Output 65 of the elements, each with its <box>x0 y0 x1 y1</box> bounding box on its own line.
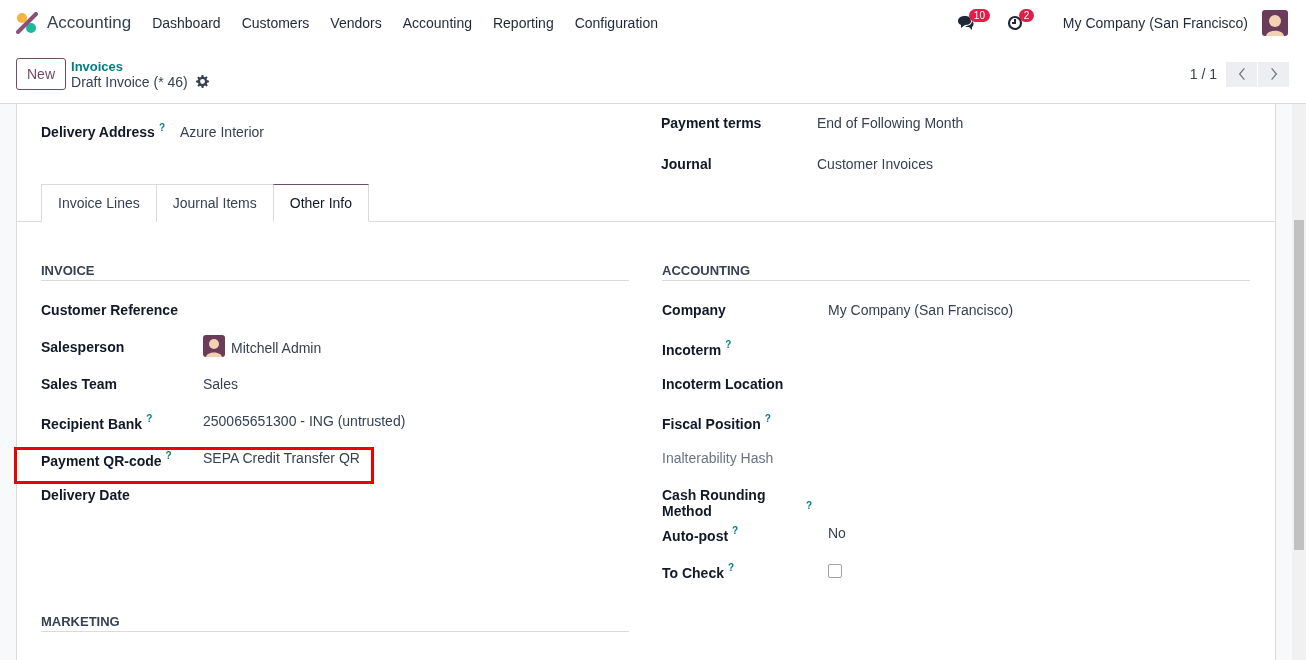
field-label: Payment QR-code <box>41 453 162 469</box>
field-label: Inalterability Hash <box>662 450 774 466</box>
message-count-badge: 10 <box>968 8 990 22</box>
app-name[interactable]: Accounting <box>47 12 132 33</box>
field-label: Cash Rounding Method <box>662 487 767 519</box>
field-label: Sales Team <box>41 376 117 392</box>
help-mark[interactable]: ? <box>806 500 813 511</box>
company-switcher[interactable]: My Company (San Francisco) <box>1062 14 1248 31</box>
field-label: Company <box>662 302 726 318</box>
field-value[interactable]: Mitchell Admin <box>231 340 322 356</box>
menu-item[interactable]: Accounting <box>402 14 472 31</box>
help-mark[interactable]: ? <box>165 450 172 461</box>
field-value[interactable]: SEPA Credit Transfer QR <box>203 450 360 466</box>
settings-icon[interactable] <box>195 75 209 88</box>
avatar-icon <box>203 335 225 357</box>
field-label: Delivery Address <box>41 123 155 140</box>
help-mark[interactable]: ? <box>158 122 165 133</box>
record-title: Draft Invoice (* 46) <box>71 73 188 90</box>
scrollbar-thumb[interactable] <box>1294 220 1304 550</box>
section-heading: INVOICE <box>41 263 629 281</box>
field-label: Incoterm Location <box>662 376 784 392</box>
user-avatar-icon[interactable] <box>1262 9 1288 36</box>
chevron-left-icon <box>1237 67 1246 81</box>
field-label: Delivery Date <box>41 487 130 503</box>
field-label: Salesperson <box>41 339 125 355</box>
chat-icon[interactable] <box>956 14 975 31</box>
section-heading: ACCOUNTING <box>662 263 1250 281</box>
app-logo-icon[interactable] <box>16 11 38 34</box>
pager-value: 1 / 1 <box>1189 66 1217 82</box>
help-mark[interactable]: ? <box>725 339 732 350</box>
tab[interactable]: Other Info <box>272 184 370 222</box>
field-label: Customer Reference <box>41 302 178 318</box>
menu-item[interactable]: Reporting <box>492 14 554 31</box>
field-label: Payment terms <box>661 114 763 131</box>
field-value[interactable]: My Company (San Francisco) <box>828 302 1014 318</box>
menu-item[interactable]: Configuration <box>574 14 658 31</box>
field-value[interactable]: Customer Invoices <box>817 155 933 172</box>
menu-item[interactable]: Vendors <box>330 14 382 31</box>
field-label: To Check <box>662 565 724 581</box>
tab[interactable]: Invoice Lines <box>41 184 157 222</box>
field-label: Fiscal Position <box>662 416 761 432</box>
field-label: Auto-post <box>662 528 729 544</box>
help-mark[interactable]: ? <box>764 413 771 424</box>
help-mark[interactable]: ? <box>728 562 735 573</box>
help-mark[interactable]: ? <box>732 525 739 536</box>
activity-count-badge: 2 <box>1018 8 1035 22</box>
clock-icon[interactable] <box>1006 14 1023 31</box>
menu-item[interactable]: Customers <box>241 14 310 31</box>
field-value[interactable]: Azure Interior <box>180 123 265 140</box>
field-value[interactable]: End of Following Month <box>817 114 964 131</box>
field-label: Incoterm <box>662 342 722 358</box>
checkbox[interactable] <box>828 564 842 578</box>
field-value[interactable]: Sales <box>203 376 239 392</box>
breadcrumb-link[interactable]: Invoices <box>71 58 209 74</box>
tab[interactable]: Journal Items <box>155 184 274 222</box>
section-heading: MARKETING <box>41 614 629 632</box>
field-label: Journal <box>661 155 713 172</box>
field-value[interactable]: No <box>828 525 846 541</box>
new-button[interactable]: New <box>16 58 66 90</box>
field-label: Recipient Bank <box>41 416 143 432</box>
field-value[interactable]: 250065651300 - ING (untrusted) <box>203 413 406 429</box>
scrollbar[interactable] <box>1292 104 1306 660</box>
help-mark[interactable]: ? <box>146 413 153 424</box>
chevron-right-icon <box>1269 67 1278 81</box>
menu-item[interactable]: Dashboard <box>152 14 221 31</box>
